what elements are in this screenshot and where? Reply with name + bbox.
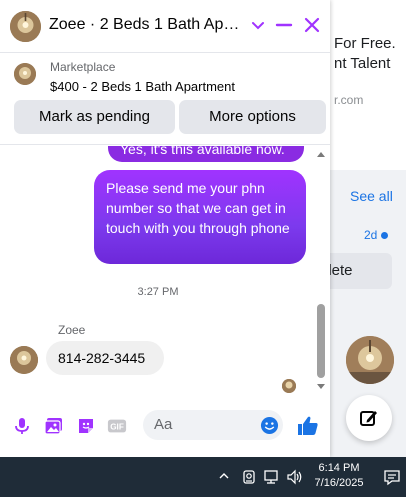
see-all-link[interactable]: See all <box>350 188 393 204</box>
close-icon[interactable] <box>302 15 322 35</box>
system-clock[interactable]: 6:14 PM 7/16/2025 <box>312 461 366 491</box>
time-separator: 3:27 PM <box>137 286 179 298</box>
chandelier-photo-icon <box>346 336 394 384</box>
thumbs-up-icon[interactable] <box>296 414 320 438</box>
network-icon[interactable] <box>262 468 280 486</box>
background-card <box>318 0 406 170</box>
microphone-icon[interactable] <box>12 416 32 436</box>
message-composer: GIF Aa <box>0 395 330 457</box>
camera-icon[interactable] <box>240 468 258 486</box>
time-ago: 2d <box>364 228 378 242</box>
outgoing-message: Please send me your phn number so that w… <box>94 170 306 264</box>
listing-source: Marketplace <box>50 60 116 74</box>
chat-head-avatar[interactable] <box>346 336 394 384</box>
mark-as-pending-button[interactable]: Mark as pending <box>14 100 175 134</box>
compose-icon <box>360 411 377 426</box>
chat-window: Zoee · 2 Beds 1 Bath Apartment Marketpla… <box>0 0 330 457</box>
chat-header: Zoee · 2 Beds 1 Bath Apartment <box>0 0 330 53</box>
chandelier-photo-icon <box>10 11 41 42</box>
outgoing-message-partial-text: Yes, it's this available now. <box>120 146 285 157</box>
new-message-button[interactable] <box>346 395 392 441</box>
message-thread: Yes, it's this available now. Please sen… <box>0 146 330 395</box>
chandelier-photo-icon <box>282 379 296 393</box>
listing-title[interactable]: $400 - 2 Beds 1 Bath Apartment <box>50 79 235 94</box>
more-options-button[interactable]: More options <box>179 100 326 134</box>
scrollbar-thumb[interactable] <box>317 304 325 378</box>
sender-avatar[interactable] <box>10 346 38 374</box>
chandelier-photo-icon <box>14 63 36 85</box>
marketplace-listing: Marketplace $400 - 2 Beds 1 Bath Apartme… <box>0 53 330 145</box>
chat-title[interactable]: Zoee · 2 Beds 1 Bath Apartment <box>49 16 245 34</box>
background-headline[interactable]: For Free. nt Talent <box>334 34 396 74</box>
background-url: r.com <box>334 93 364 107</box>
emoji-icon[interactable] <box>260 416 279 435</box>
sender-name: Zoee <box>58 323 86 337</box>
thread-scrollbar[interactable] <box>314 146 328 395</box>
clock-date: 7/16/2025 <box>314 477 364 489</box>
chandelier-photo-icon <box>10 346 38 374</box>
background-headline-line-1: For Free. <box>334 35 396 52</box>
background-headline-line-2: nt Talent <box>334 55 391 72</box>
scroll-down-arrow-icon[interactable] <box>317 384 325 389</box>
photo-icon[interactable] <box>44 416 64 436</box>
seen-indicator-avatar <box>282 379 296 393</box>
taskbar: 6:14 PM 7/16/2025 <box>0 457 406 497</box>
clock-time: 6:14 PM <box>318 462 360 474</box>
notification-icon[interactable] <box>383 468 401 486</box>
minimize-icon[interactable] <box>274 15 294 35</box>
sticker-icon[interactable] <box>76 416 96 436</box>
contact-avatar[interactable] <box>10 11 41 42</box>
unread-dot <box>381 231 389 239</box>
volume-icon[interactable] <box>286 468 304 486</box>
gif-icon[interactable]: GIF <box>107 416 127 436</box>
listing-thumbnail[interactable] <box>14 63 36 85</box>
scroll-up-arrow-icon[interactable] <box>317 152 325 157</box>
background-timestamp: 2d <box>364 228 389 242</box>
chevron-down-icon[interactable] <box>250 17 266 33</box>
outgoing-message-partial: Yes, it's this available now. <box>108 146 304 162</box>
chevron-up-icon[interactable] <box>218 470 230 482</box>
incoming-message: 814-282-3445 <box>46 341 164 375</box>
svg-text:GIF: GIF <box>110 423 124 432</box>
